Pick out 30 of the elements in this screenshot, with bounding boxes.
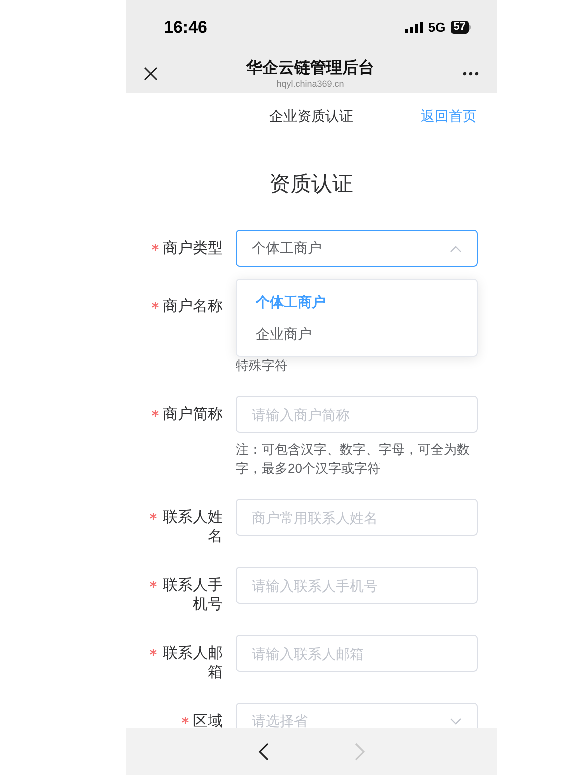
more-icon[interactable] <box>463 72 479 76</box>
field-label: 联系人邮箱 <box>162 644 223 682</box>
field-label: 区域 <box>193 712 223 728</box>
battery-indicator: 57 <box>450 21 471 34</box>
text-field[interactable]: 请输入联系人手机号 <box>236 567 478 604</box>
text-field[interactable]: 请输入联系人邮箱 <box>236 635 478 672</box>
field-label: 商户类型 <box>163 239 223 258</box>
site-url: hqyl.china369.cn <box>276 78 344 90</box>
page-header: 企业资质认证 <box>270 107 354 126</box>
field-label: 联系人姓名 <box>162 508 223 546</box>
close-icon[interactable] <box>144 67 158 81</box>
page-title: 资质认证 <box>270 172 354 198</box>
window-title: 华企云链管理后台 <box>246 58 374 78</box>
field-note: 注：可包含汉字、数字、字母，可全为数字，最多20个汉字或字符 <box>236 441 471 478</box>
field-label: 联系人手机号 <box>162 576 223 614</box>
dropdown-option[interactable]: 个体工商户 <box>237 286 477 318</box>
field-label: 商户简称 <box>163 405 223 424</box>
text-field[interactable]: 商户常用联系人姓名 <box>236 499 478 536</box>
field-label: 商户名称 <box>163 297 223 316</box>
signal-icon <box>405 22 424 33</box>
chevron-icon <box>450 718 462 726</box>
network-label: 5G <box>428 18 446 37</box>
back-icon[interactable] <box>258 742 270 762</box>
chevron-icon <box>450 244 462 252</box>
status-time: 16:46 <box>164 16 208 39</box>
select-field[interactable]: 个体工商户 <box>236 230 478 267</box>
text-field[interactable]: 请输入商户简称 <box>236 396 478 433</box>
dropdown-option[interactable]: 企业商户 <box>237 318 477 350</box>
field-note: 特殊字符 <box>236 357 289 375</box>
home-link[interactable]: 返回首页 <box>421 106 477 127</box>
